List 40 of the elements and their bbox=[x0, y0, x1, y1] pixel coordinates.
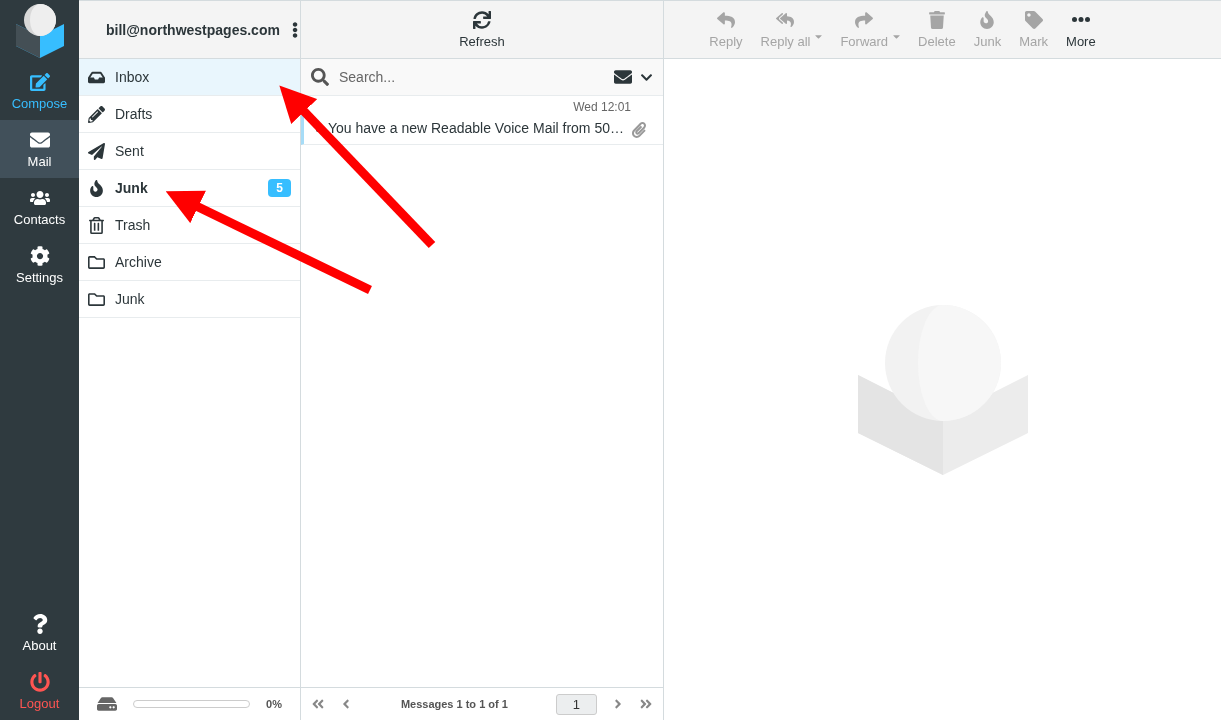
more-icon bbox=[1071, 17, 1090, 22]
search-field[interactable]: Search... bbox=[301, 59, 663, 96]
folder-icon bbox=[88, 253, 105, 271]
reply-icon bbox=[716, 10, 735, 29]
pager-text: Messages 1 to 1 of 1 bbox=[399, 698, 509, 710]
quota-reading: 0% bbox=[266, 698, 282, 710]
folder-icon bbox=[88, 290, 105, 308]
message-date: Wed 12:01 bbox=[572, 100, 631, 114]
search-input[interactable]: Search... bbox=[337, 68, 606, 86]
nav-item[interactable]: Mail bbox=[0, 120, 79, 178]
flame-icon bbox=[88, 179, 105, 197]
refresh-button[interactable]: Refresh bbox=[451, 10, 513, 49]
search-icon bbox=[311, 68, 329, 86]
forward-icon bbox=[855, 10, 874, 29]
first-page-icon[interactable] bbox=[311, 697, 325, 711]
page-number-field[interactable]: 1 bbox=[555, 693, 597, 715]
power-icon bbox=[29, 671, 50, 692]
nav-item[interactable]: About bbox=[0, 604, 79, 662]
flame-icon bbox=[978, 10, 997, 29]
envelope-icon[interactable] bbox=[614, 68, 632, 86]
pencil-icon bbox=[88, 105, 105, 123]
nav-item[interactable]: Logout bbox=[0, 662, 79, 720]
trash-icon bbox=[88, 216, 105, 234]
settings-icon bbox=[29, 245, 50, 266]
nav-item[interactable]: Settings bbox=[0, 236, 79, 294]
trash-icon bbox=[927, 10, 946, 29]
folder-item[interactable]: Inbox bbox=[79, 59, 300, 96]
unread-count: 5 bbox=[268, 179, 291, 197]
refresh-icon bbox=[473, 10, 491, 29]
compose-icon bbox=[29, 71, 50, 92]
last-page-icon[interactable] bbox=[639, 697, 653, 711]
toolbar-button[interactable]: More bbox=[1058, 10, 1104, 49]
account-name: bill@northwestpages.com bbox=[106, 21, 280, 38]
tag-icon bbox=[1024, 10, 1043, 29]
paper-plane-icon bbox=[88, 142, 105, 160]
message-row[interactable]: Wed 12:01 You have a new Readable Voice Mail from 50… bbox=[301, 96, 663, 145]
nav-item[interactable]: Compose bbox=[0, 62, 79, 120]
reply-all-icon bbox=[776, 10, 795, 29]
message-subject: You have a new Readable Voice Mail from 50… bbox=[314, 120, 631, 138]
nav-item[interactable]: Contacts bbox=[0, 178, 79, 236]
